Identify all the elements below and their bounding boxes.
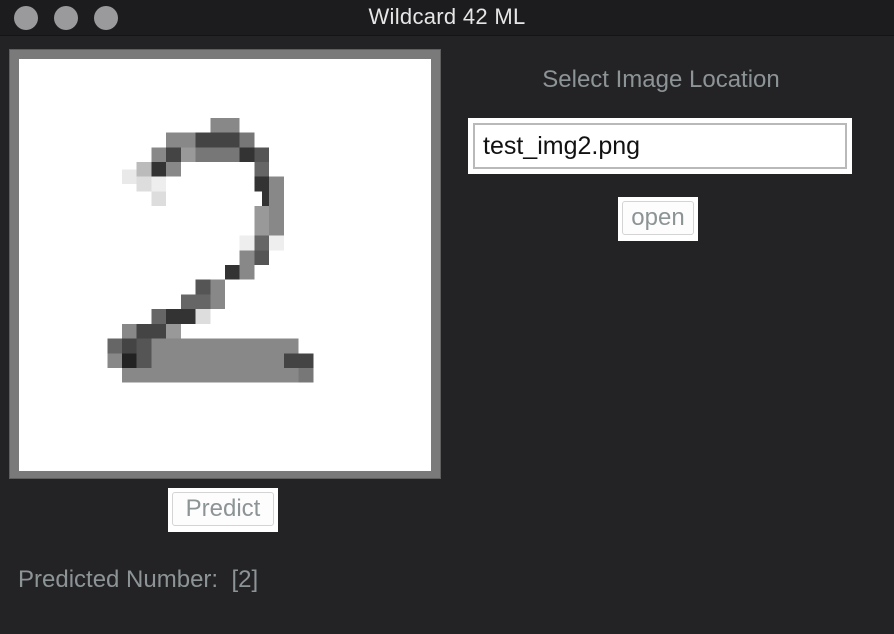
image-canvas-frame <box>9 49 441 479</box>
image-path-field <box>468 118 852 174</box>
prediction-value: [2] <box>231 566 259 593</box>
image-canvas <box>19 59 431 471</box>
image-path-input[interactable] <box>473 123 847 169</box>
window-title: Wildcard 42 ML <box>368 4 526 29</box>
predict-button[interactable]: Predict <box>168 488 278 532</box>
prediction-label: Predicted Number: <box>18 566 219 593</box>
digit-image <box>107 117 314 383</box>
open-button-label: open <box>622 201 694 235</box>
open-button[interactable]: open <box>618 197 698 241</box>
prediction-output: Predicted Number: [2] <box>18 566 258 594</box>
predict-button-label: Predict <box>172 492 274 526</box>
select-image-location-label: Select Image Location <box>542 66 780 93</box>
title-bar: Wildcard 42 ML <box>0 0 894 36</box>
